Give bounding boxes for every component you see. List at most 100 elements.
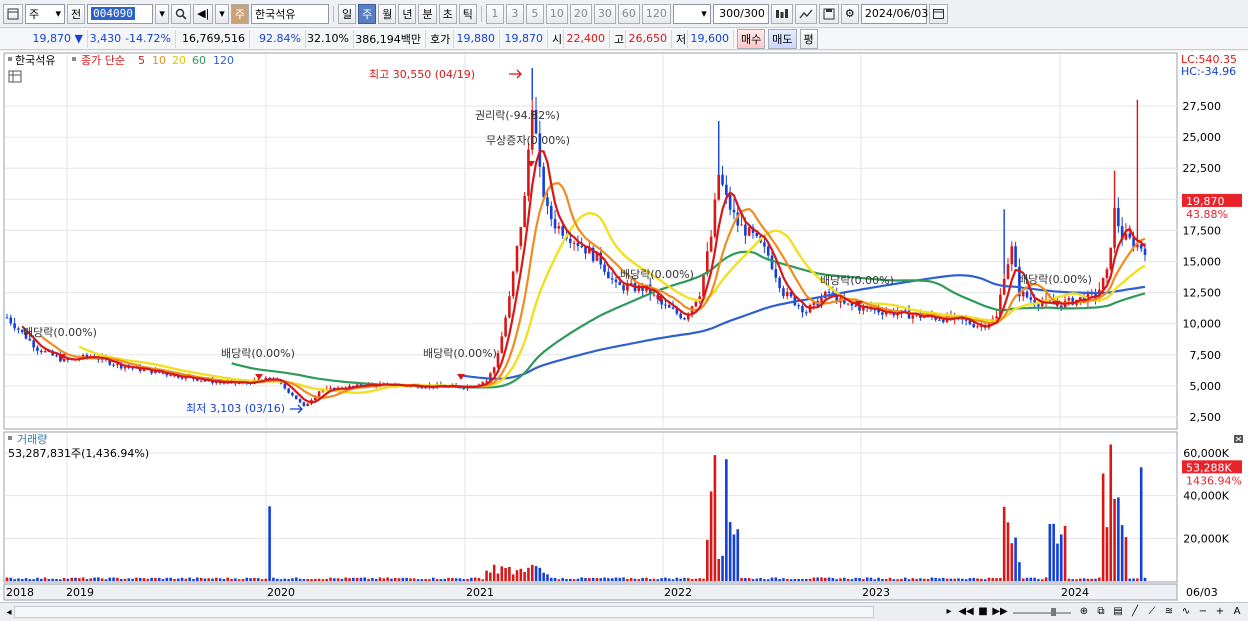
wave-icon[interactable]: ∿ (1179, 604, 1193, 618)
zoom-slider[interactable] (1010, 604, 1074, 618)
data-table-icon[interactable] (8, 70, 22, 83)
period-select[interactable]: 주 ▾ (25, 3, 65, 24)
rewind-icon[interactable]: ◀◀ (958, 604, 973, 618)
save-icon[interactable] (818, 3, 839, 24)
candle-body (667, 304, 671, 308)
volume-bar (995, 578, 998, 581)
font-size-icon[interactable]: A (1230, 604, 1244, 618)
zoom-in-icon[interactable]: + (1213, 604, 1227, 618)
volume-bar (1128, 578, 1132, 581)
tab-month[interactable]: 월 (378, 3, 397, 24)
volume-bar (820, 577, 823, 581)
volume-bar (374, 578, 378, 581)
candle-body (717, 174, 721, 200)
chart-area[interactable]: 27,50025,00022,50020,00017,50015,00012,5… (0, 51, 1248, 602)
volume-bar (268, 506, 271, 581)
volume-bar (812, 577, 816, 581)
speaker-dropdown-button[interactable]: ▾ (215, 3, 229, 24)
candle-body (614, 279, 618, 283)
candle-body (568, 238, 572, 243)
scroll-right-icon[interactable]: ▸ (942, 604, 956, 618)
gear-icon[interactable]: ⚙ (840, 3, 859, 24)
candle-body (1021, 291, 1025, 297)
count-input[interactable]: 300 /300 (712, 3, 769, 24)
volume-bar (127, 578, 131, 581)
candle-body (283, 383, 287, 389)
volume-bar (1078, 578, 1082, 581)
volume-bar (226, 577, 230, 581)
interval-30[interactable]: 30 (593, 3, 616, 24)
fibonacci-icon[interactable]: ≋ (1162, 604, 1176, 618)
candle-body (1006, 264, 1010, 279)
volume-bar (823, 577, 827, 581)
interval-1[interactable]: 1 (485, 3, 504, 24)
interval-10[interactable]: 10 (545, 3, 568, 24)
annotation-dividend-6: 배당락(0.00%) (1018, 273, 1092, 286)
compare-icon[interactable] (794, 3, 817, 24)
tab-second[interactable]: 초 (438, 3, 457, 24)
interval-5[interactable]: 5 (525, 3, 544, 24)
copy-icon[interactable]: ⧉ (1094, 604, 1108, 618)
tab-year[interactable]: 년 (398, 3, 417, 24)
tab-minute[interactable]: 분 (418, 3, 437, 24)
candle-body (317, 391, 321, 397)
volume-bar (192, 578, 195, 581)
code-dropdown-button[interactable]: ▾ (155, 3, 170, 24)
stock-chart[interactable]: 27,50025,00022,50020,00017,50015,00012,5… (0, 51, 1248, 602)
volume-bar (900, 578, 903, 581)
volume-value-text: 53,287,831주(1,436.94%) (8, 447, 149, 460)
candle-body (542, 166, 545, 198)
speaker-icon[interactable]: ◀| (193, 3, 214, 24)
volume-bar (28, 579, 32, 581)
volume-bar (489, 572, 492, 581)
volume-bar (877, 577, 880, 581)
zoom-out-icon[interactable]: − (1196, 604, 1210, 618)
print-icon[interactable]: ▤ (1111, 604, 1125, 618)
interval-120[interactable]: 120 (641, 3, 671, 24)
volume-bar (778, 578, 781, 581)
tab-week[interactable]: 주 (358, 3, 377, 24)
interval-3[interactable]: 3 (505, 3, 524, 24)
prev-button[interactable]: 전 (67, 3, 86, 24)
volume-bar (138, 577, 142, 581)
price-value: 19,870 (32, 32, 72, 45)
chart-type-icon[interactable] (3, 3, 23, 24)
chart-scrollbar[interactable]: ◂ ▸ ◀◀ ■ ▶▶ ⊕ ⧉ ▤ ╱ ⟋ ≋ ∿ − + A (0, 602, 1248, 621)
volume-bar (428, 579, 431, 581)
volume-bar (439, 579, 443, 581)
volume-bar (336, 578, 340, 581)
tab-day[interactable]: 일 (337, 3, 357, 24)
candle-body (941, 319, 945, 323)
trend-line-icon[interactable]: ⟋ (1145, 604, 1159, 618)
stock-name-field[interactable]: 한국석유 (250, 3, 329, 24)
fast-forward-icon[interactable]: ▶▶ (992, 604, 1007, 618)
crosshair-icon[interactable]: ⊕ (1077, 604, 1091, 618)
eval-button[interactable]: 평 (799, 28, 818, 49)
volume-bar (272, 577, 275, 581)
interval-60[interactable]: 60 (617, 3, 640, 24)
calendar-icon[interactable] (928, 3, 948, 24)
candle-body (169, 375, 172, 377)
volume-bar (804, 578, 808, 581)
stock-code-input[interactable]: 004090 (87, 3, 154, 24)
draw-line-icon[interactable]: ╱ (1128, 604, 1142, 618)
volume-bar (496, 573, 500, 581)
tab-tick[interactable]: 틱 (458, 3, 477, 24)
sell-button[interactable]: 매도 (768, 28, 797, 49)
indicator-icon[interactable] (770, 3, 793, 24)
volume-bar (1124, 537, 1128, 581)
interval-20[interactable]: 20 (569, 3, 592, 24)
date-input[interactable]: 2024/06/03 (860, 3, 928, 24)
volume-bar (557, 579, 561, 581)
volume-bar (1132, 578, 1135, 581)
stop-icon[interactable]: ■ (976, 604, 990, 618)
scroll-track[interactable] (14, 606, 874, 618)
candle-body (13, 323, 16, 329)
volume-bar (333, 578, 336, 581)
current-volume-tag-pct: 1436.94% (1186, 474, 1242, 487)
buy-button[interactable]: 매수 (737, 28, 766, 49)
search-icon[interactable] (171, 3, 192, 24)
volume-bar (298, 578, 302, 581)
custom-interval-select[interactable]: ▾ (672, 3, 711, 24)
volume-bar (1120, 525, 1124, 581)
